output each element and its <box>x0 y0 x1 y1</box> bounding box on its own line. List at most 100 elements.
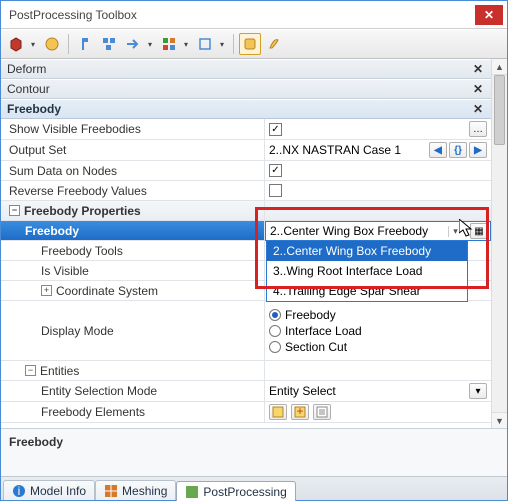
close-icon[interactable]: ✕ <box>471 102 485 116</box>
dropdown-icon[interactable]: ▾ <box>182 40 190 49</box>
expand-icon[interactable]: + <box>41 285 52 296</box>
close-icon[interactable]: ✕ <box>471 82 485 96</box>
row-entities-value <box>265 361 491 381</box>
svg-text:i: i <box>18 484 21 498</box>
chevron-down-icon[interactable]: ▾ <box>448 226 462 237</box>
dropdown-icon[interactable]: ▾ <box>218 40 226 49</box>
vertical-scrollbar[interactable]: ▲ ▼ <box>491 59 507 428</box>
scroll-up-icon[interactable]: ▲ <box>492 59 507 75</box>
scroll-down-icon[interactable]: ▼ <box>492 412 507 428</box>
mesh-icon <box>104 484 118 498</box>
row-reverse: Reverse Freebody Values <box>1 181 265 201</box>
close-icon[interactable]: ✕ <box>471 62 485 76</box>
row-is-visible[interactable]: Is Visible <box>1 261 265 281</box>
tab-label: PostProcessing <box>203 485 286 499</box>
row-sum-data-value: ✓ <box>265 161 491 181</box>
dropdown-option[interactable]: 2..Center Wing Box Freebody <box>267 241 467 261</box>
radio-freebody[interactable]: Freebody <box>269 308 336 322</box>
category-fb-properties-r <box>265 201 491 221</box>
pick-elements-button[interactable] <box>269 404 287 420</box>
collapse-icon[interactable]: − <box>25 365 36 376</box>
checkbox[interactable] <box>269 184 282 197</box>
row-fb-tools[interactable]: Freebody Tools <box>1 241 265 261</box>
next-button[interactable]: ▶ <box>469 142 487 158</box>
pane-area: Deform ✕ Contour ✕ Freebody ✕ Show Visib… <box>1 59 507 428</box>
row-show-visible: Show Visible Freebodies <box>1 119 265 140</box>
section-label: Deform <box>7 62 471 76</box>
tab-label: Model Info <box>30 484 86 498</box>
tool-fan-icon[interactable] <box>41 33 63 55</box>
row-output-set-value: 2..NX NASTRAN Case 1 ◀ {} ▶ <box>265 140 491 161</box>
bottom-tabs: i Model Info Meshing PostProcessing <box>1 476 507 500</box>
combo-text: 2..Center Wing Box Freebody <box>270 224 448 238</box>
section-deform[interactable]: Deform ✕ <box>1 59 491 79</box>
tab-meshing[interactable]: Meshing <box>95 480 176 500</box>
description-panel: Freebody <box>1 428 507 476</box>
grid-pick-button[interactable]: ▦ <box>470 223 488 239</box>
tool-cube-icon[interactable] <box>5 33 27 55</box>
value-text: Entity Select <box>269 384 465 398</box>
section-label: Freebody <box>7 102 471 116</box>
row-sum-data: Sum Data on Nodes <box>1 161 265 181</box>
window-root: PostProcessing Toolbox ✕ ▾ ▾ ▾ ▾ Deform … <box>0 0 508 501</box>
section-freebody[interactable]: Freebody ✕ <box>1 99 491 119</box>
dropdown-option[interactable]: 4..Trailing Edge Spar Shear <box>267 281 467 301</box>
row-display-mode: Display Mode <box>1 301 265 361</box>
radio-section-cut[interactable]: Section Cut <box>269 340 347 354</box>
row-freebody-value: 2..Center Wing Box Freebody ▾ ▦ 2..Cente… <box>265 221 491 241</box>
freebody-dropdown: 2..Center Wing Box Freebody 3..Wing Root… <box>266 240 468 302</box>
prev-button[interactable]: ◀ <box>429 142 447 158</box>
tab-label: Meshing <box>122 484 167 498</box>
scroll-thumb[interactable] <box>494 75 505 145</box>
description-text: Freebody <box>9 435 63 449</box>
separator <box>68 34 69 54</box>
row-entity-sel-mode-value: Entity Select ▾ <box>265 381 491 402</box>
row-coord-sys[interactable]: + Coordinate System <box>1 281 265 301</box>
list-elements-button[interactable] <box>313 404 331 420</box>
tool-lbrace-icon[interactable] <box>74 33 96 55</box>
tab-postprocessing[interactable]: PostProcessing <box>176 481 295 501</box>
tool-brush-icon[interactable] <box>263 33 285 55</box>
section-label: Contour <box>7 82 471 96</box>
row-entities[interactable]: − Entities <box>1 361 265 381</box>
radio-interface-load[interactable]: Interface Load <box>269 324 362 338</box>
tool-grid-icon[interactable] <box>158 33 180 55</box>
dropdown-icon[interactable]: ▾ <box>29 40 37 49</box>
tool-tree-icon[interactable] <box>98 33 120 55</box>
tool-box-icon[interactable] <box>194 33 216 55</box>
more-button[interactable]: … <box>469 121 487 137</box>
properties-panel: Deform ✕ Contour ✕ Freebody ✕ Show Visib… <box>1 59 491 428</box>
info-icon: i <box>12 484 26 498</box>
tool-arrow-icon[interactable] <box>122 33 144 55</box>
row-fb-elements: Freebody Elements <box>1 402 265 423</box>
dropdown-option[interactable]: 3..Wing Root Interface Load <box>267 261 467 281</box>
value-text: 2..NX NASTRAN Case 1 <box>269 143 425 157</box>
close-button[interactable]: ✕ <box>475 5 503 25</box>
row-entity-sel-mode: Entity Selection Mode <box>1 381 265 402</box>
titlebar: PostProcessing Toolbox ✕ <box>1 1 507 29</box>
collapse-icon[interactable]: − <box>9 205 20 216</box>
category-fb-properties[interactable]: − Freebody Properties <box>1 201 265 221</box>
freebody-combo[interactable]: 2..Center Wing Box Freebody ▾ <box>268 222 464 240</box>
checkbox[interactable]: ✓ <box>269 123 282 136</box>
section-contour[interactable]: Contour ✕ <box>1 79 491 99</box>
row-show-visible-value: ✓ … <box>265 119 491 140</box>
separator <box>233 34 234 54</box>
row-freebody[interactable]: Freebody <box>1 221 265 241</box>
toolbar: ▾ ▾ ▾ ▾ <box>1 29 507 59</box>
tab-model-info[interactable]: i Model Info <box>3 480 95 500</box>
tool-wand-icon[interactable] <box>239 33 261 55</box>
add-elements-button[interactable]: + <box>291 404 309 420</box>
row-output-set: Output Set <box>1 140 265 161</box>
svg-text:+: + <box>296 406 303 418</box>
post-icon <box>185 485 199 499</box>
row-display-mode-value: Freebody Interface Load Section Cut <box>265 301 491 361</box>
row-reverse-value <box>265 181 491 201</box>
row-fb-elements-value: + <box>265 402 491 423</box>
dropdown-icon[interactable]: ▾ <box>146 40 154 49</box>
property-grid: Show Visible Freebodies ✓ … Output Set 2… <box>1 119 491 423</box>
chevron-down-icon[interactable]: ▾ <box>469 383 487 399</box>
window-title: PostProcessing Toolbox <box>5 8 475 22</box>
checkbox[interactable]: ✓ <box>269 164 282 177</box>
pick-button[interactable]: {} <box>449 142 467 158</box>
